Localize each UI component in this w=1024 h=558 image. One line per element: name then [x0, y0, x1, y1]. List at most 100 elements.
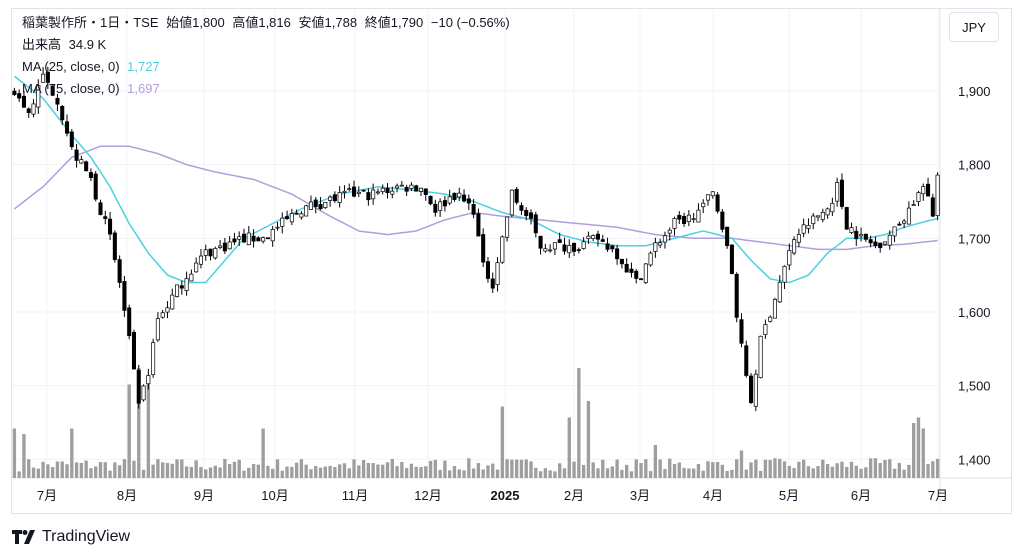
candle-body — [868, 239, 873, 244]
candle-body — [729, 244, 734, 274]
volume-bar — [180, 459, 184, 478]
candle-body — [581, 241, 586, 249]
volume-bar — [471, 468, 476, 478]
candle-body — [12, 90, 17, 96]
open-label: 始値 — [166, 15, 193, 30]
volume-bar — [204, 469, 208, 478]
volume-bar — [787, 465, 791, 478]
volume-bar — [806, 466, 811, 478]
low-value: 1,788 — [324, 15, 358, 30]
candle-body — [921, 186, 926, 195]
ma75-legend[interactable]: MA (75, close, 0) 1,697 — [22, 80, 164, 98]
currency-button[interactable]: JPY — [949, 12, 999, 42]
candle-body — [93, 173, 98, 200]
volume-bar — [797, 461, 801, 478]
volume-bar — [610, 466, 615, 478]
candle-body — [753, 373, 758, 407]
volume-bar — [754, 459, 758, 478]
time-axis: 7月 8月 9月 10月 11月 12月 2025 2月 3月 4月 5月 6月 7月 — [37, 488, 948, 503]
volume-bar — [768, 460, 772, 478]
candle-body — [882, 241, 888, 245]
volume-bar — [648, 471, 653, 478]
candle-body — [175, 284, 180, 297]
volume-bar — [55, 461, 60, 478]
volume-bar — [165, 462, 170, 478]
candle-body — [447, 196, 452, 204]
candle-body — [495, 262, 500, 285]
volume-bar — [558, 463, 562, 478]
volume-bar — [103, 462, 107, 478]
volume-bar — [342, 463, 347, 478]
candle-body — [136, 369, 141, 404]
candle-body — [835, 182, 840, 202]
volume-bar — [151, 464, 155, 478]
candle-body — [562, 244, 567, 252]
volume-bar — [749, 462, 753, 478]
volume-bar — [500, 406, 504, 478]
tradingview-logo[interactable]: TradingView — [12, 526, 130, 548]
volume-bar — [524, 459, 528, 478]
high-value: 1,816 — [258, 15, 291, 30]
candle-body — [438, 201, 443, 211]
volume-bar — [668, 458, 672, 478]
ma25-legend[interactable]: MA (25, close, 0) 1,727 — [22, 58, 164, 76]
volume-bar — [242, 470, 246, 478]
candle-body — [428, 195, 433, 205]
volume-bar — [706, 461, 710, 478]
candle-body — [777, 282, 782, 303]
candle-body — [878, 242, 883, 249]
volume-bar — [620, 469, 624, 478]
candle-body — [261, 237, 266, 242]
candle-body — [658, 242, 663, 246]
candle-body — [634, 270, 639, 279]
candle-body — [308, 201, 313, 210]
candle-body — [294, 212, 299, 215]
volume-bar — [720, 464, 725, 478]
volume-bar — [687, 468, 691, 478]
candle-body — [361, 189, 366, 192]
candle-body — [768, 316, 773, 322]
candle-body — [524, 210, 529, 217]
candle-body — [792, 239, 797, 254]
volume-bar — [184, 466, 189, 478]
volume-bar — [653, 445, 658, 478]
candle-body — [342, 190, 347, 193]
x-tick-label: 5月 — [779, 488, 799, 503]
candle-body — [409, 184, 414, 189]
volume-bar — [912, 423, 916, 478]
candle-body — [98, 202, 103, 216]
volume-legend[interactable]: 出来高 34.9 K — [22, 36, 110, 54]
candle-body — [715, 194, 720, 212]
candle-body — [270, 229, 275, 242]
candle-body — [160, 312, 165, 318]
volume-bar — [495, 469, 500, 478]
volume-bar — [12, 428, 17, 478]
candle-body — [55, 97, 60, 105]
ma25-path — [13, 75, 938, 284]
volume-bar — [304, 464, 308, 478]
candle-body — [605, 243, 610, 250]
volume-bar — [22, 434, 26, 478]
volume-bar — [763, 459, 768, 478]
volume-bars — [12, 368, 940, 478]
volume-bar — [577, 368, 581, 478]
volume-bar — [605, 468, 610, 478]
candle-body — [112, 232, 117, 260]
candle-body — [543, 248, 548, 252]
volume-bar — [84, 460, 88, 478]
candle-body — [897, 223, 902, 226]
candle-body — [462, 194, 467, 202]
volume-bar — [811, 468, 815, 478]
volume-bar — [376, 464, 380, 478]
symbol-title[interactable]: 稲葉製作所・1日・TSE — [22, 15, 159, 30]
volume-bar — [792, 468, 796, 478]
volume-bar — [266, 465, 270, 478]
tradingview-icon — [12, 530, 35, 544]
volume-bar — [830, 466, 835, 478]
candle-body — [873, 241, 878, 246]
ma75-value: 1,697 — [127, 81, 160, 96]
close-label: 終値 — [364, 15, 391, 30]
brand-name: TradingView — [42, 528, 131, 545]
candle-body — [591, 235, 596, 239]
x-tick-label: 12月 — [414, 488, 441, 503]
